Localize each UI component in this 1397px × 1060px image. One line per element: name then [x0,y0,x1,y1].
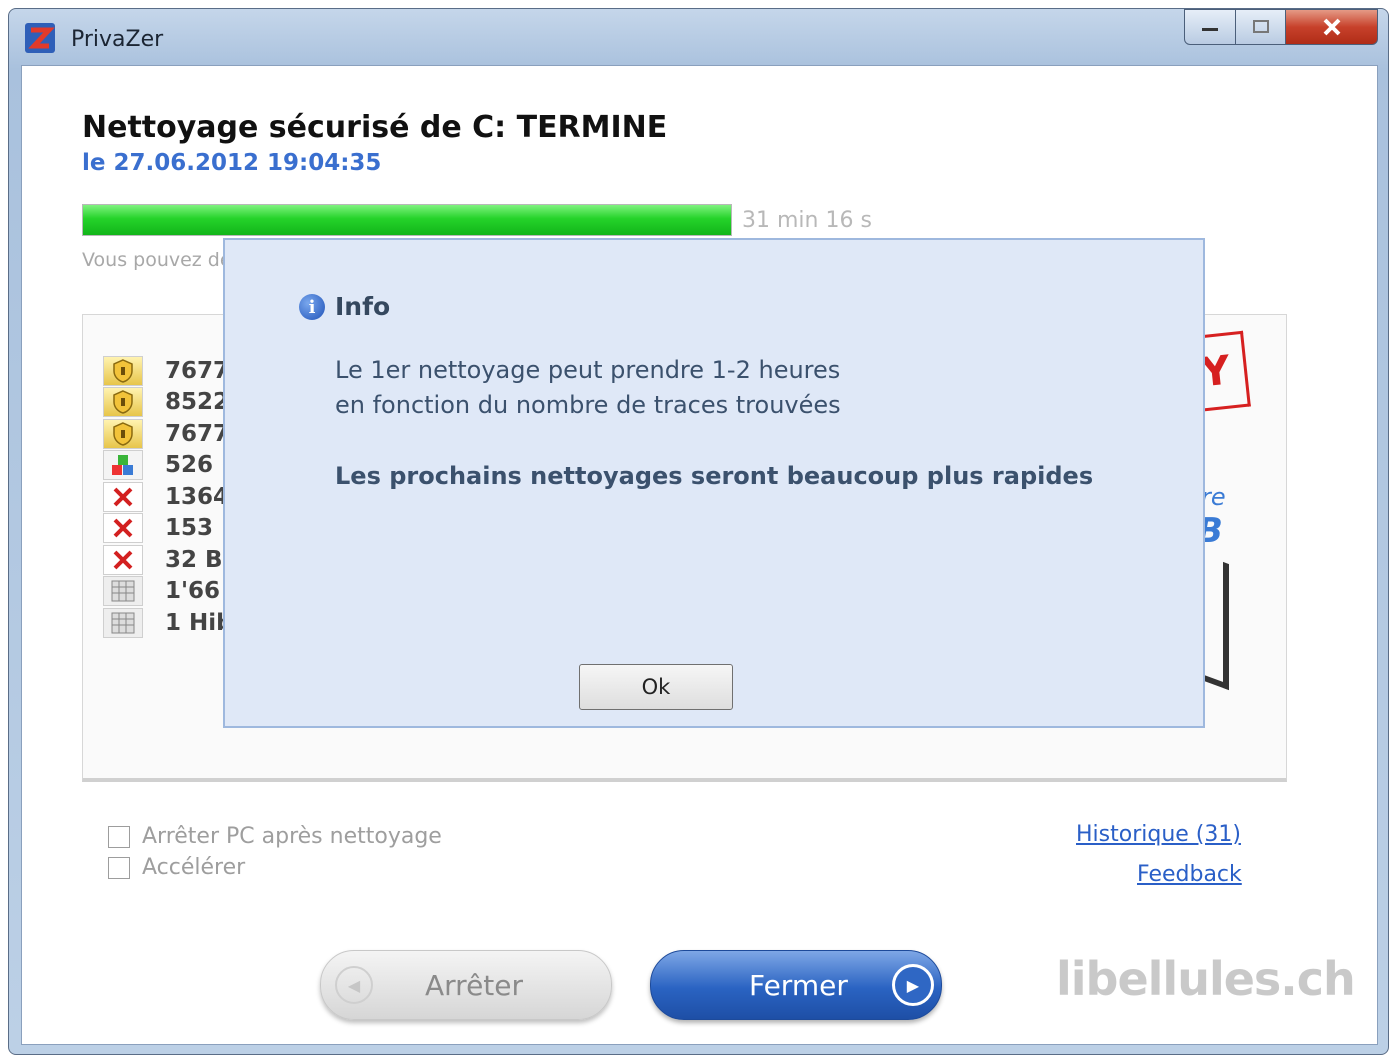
ad-stamp: Y [1197,330,1251,412]
cross-icon [103,544,143,575]
page-title: Nettoyage sécurisé de C: TERMINE [82,110,668,145]
close-icon [1323,18,1340,36]
elapsed-time: 31 min 16 s [742,208,872,233]
progress-bar [82,204,732,236]
forward-arrow-icon: ▶ [891,964,934,1006]
grid-icon [103,576,143,607]
privazer-logo-icon [25,23,55,53]
close-button-label: Fermer [749,968,848,1002]
progress-bar-fill [83,205,731,235]
result-text: 7677 [165,357,230,384]
result-row: 7677 [103,418,238,450]
accelerate-checkbox[interactable] [108,856,130,879]
window-title: PrivaZer [71,27,164,52]
maximize-icon [1252,20,1269,33]
shutdown-label: Arrêter PC après nettoyage [142,824,442,849]
result-text: 8522 [165,389,230,416]
shield-icon [103,387,143,418]
dialog-message-line1: Le 1er nettoyage peut prendre 1-2 heures [335,356,841,384]
accelerate-option[interactable]: Accélérer [108,855,245,880]
cross-icon [103,481,143,512]
result-row: 153 I [103,513,238,545]
shutdown-checkbox[interactable] [108,825,130,848]
result-text: 153 I [165,515,230,542]
title-bar[interactable]: PrivaZer [9,9,1388,65]
close-button[interactable]: Fermer ▶ [650,950,942,1020]
dialog-title: Info [335,292,391,321]
blocks-icon [103,450,143,481]
result-row: 1364 [103,481,238,513]
shield-icon [103,355,143,386]
minimize-button[interactable] [1184,9,1236,45]
result-row: 1'66 [103,576,238,608]
dialog-message-line2: en fonction du nombre de traces trouvées [335,391,841,419]
cross-icon [103,513,143,544]
result-row: 7677 [103,355,238,387]
results-list: 7677 8522 7677 526 ( 1364 153 I 32 Ba 1'66 1 Hib [103,355,238,639]
accelerate-label: Accélérer [142,855,246,880]
watermark: libellules.ch [1056,952,1356,1006]
shutdown-option[interactable]: Arrêter PC après nettoyage [108,824,442,849]
result-text: 1364 [165,483,230,510]
cleanup-date: le 27.06.2012 19:04:35 [82,150,382,176]
feedback-link[interactable]: Feedback [1137,862,1242,887]
result-row: 1 Hib [103,607,238,639]
info-dialog: i Info Le 1er nettoyage peut prendre 1-2… [223,238,1205,728]
result-row: 8522 [103,387,238,419]
info-icon: i [299,294,325,320]
minimize-icon [1202,28,1218,31]
result-row: 32 Ba [103,544,238,576]
history-link[interactable]: Historique (31) [1076,822,1241,847]
result-row: 526 ( [103,450,238,482]
stop-button-label: Arrêter [425,968,524,1002]
shield-icon [103,418,143,449]
result-text: 526 ( [165,452,232,479]
result-text: 7677 [165,420,230,447]
back-arrow-icon: ◀ [335,966,373,1004]
hint-text: Vous pouvez dé [82,249,227,271]
window-controls [1184,9,1378,47]
close-window-button[interactable] [1286,9,1378,45]
stop-button[interactable]: ◀ Arrêter [320,950,612,1020]
ad-device-image [1201,553,1229,691]
ok-button[interactable]: Ok [579,664,733,710]
grid-icon [103,607,143,638]
result-text: 1'66 [165,578,221,605]
dialog-message-line3: Les prochains nettoyages seront beaucoup… [335,462,1094,490]
maximize-button[interactable] [1236,9,1286,45]
